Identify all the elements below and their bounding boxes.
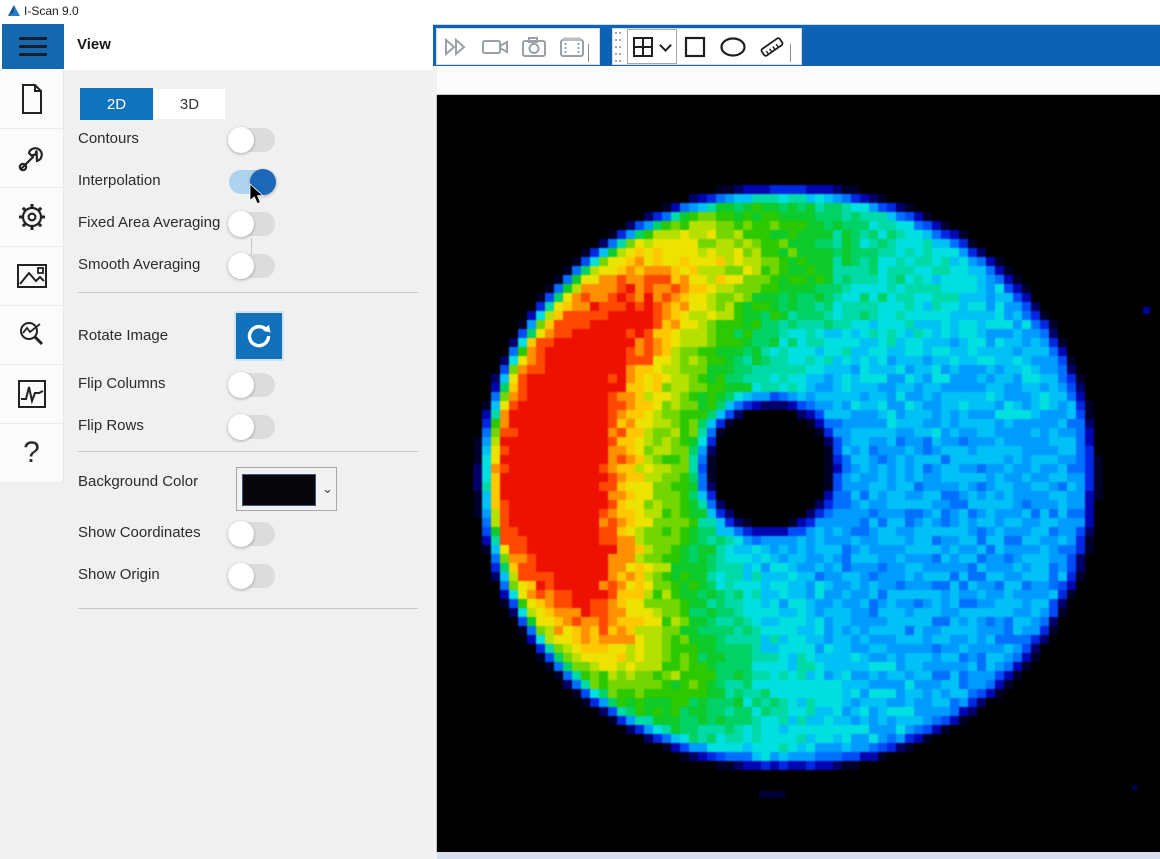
hamburger-bar — [19, 37, 47, 40]
hamburger-bar — [19, 45, 47, 48]
sidebar: ? — [0, 70, 64, 859]
movie-export-button[interactable] — [559, 36, 585, 58]
flip-columns-toggle[interactable] — [229, 373, 275, 397]
toggle-knob — [228, 211, 254, 237]
show-coordinates-label: Show Coordinates — [78, 524, 201, 541]
tab-3d[interactable]: 3D — [153, 88, 226, 120]
hamburger-menu-button[interactable] — [2, 24, 64, 69]
fixed-area-averaging-toggle[interactable] — [229, 212, 275, 236]
panel-title: View — [77, 36, 111, 53]
gear-icon — [16, 201, 48, 233]
toggle-connector-line — [251, 238, 252, 254]
sidebar-item-help[interactable]: ? — [0, 424, 64, 483]
contours-toggle[interactable] — [229, 128, 275, 152]
toggle-knob — [228, 372, 254, 398]
wrench-icon — [16, 142, 48, 174]
pressure-map-view[interactable] — [437, 95, 1160, 852]
toolbar-lower-strip — [437, 66, 1160, 95]
toolbar-overflow-button[interactable] — [790, 44, 799, 62]
image-icon — [16, 262, 48, 290]
sidebar-item-tools[interactable] — [0, 129, 64, 188]
show-origin-toggle[interactable] — [229, 564, 275, 588]
sidebar-item-graph[interactable] — [0, 365, 64, 424]
dimension-tabs: 2D 3D — [80, 88, 226, 120]
tab-2d-label: 2D — [107, 96, 126, 113]
app-logo-icon — [7, 4, 21, 18]
sidebar-item-analysis[interactable] — [0, 306, 64, 365]
waveform-icon — [17, 379, 47, 409]
divider — [78, 292, 418, 293]
fast-forward-button[interactable] — [443, 37, 469, 57]
sidebar-item-settings[interactable] — [0, 188, 64, 247]
toggle-knob — [228, 521, 254, 547]
ruler-icon — [759, 34, 785, 60]
document-icon — [18, 83, 46, 115]
show-coordinates-toggle[interactable] — [229, 522, 275, 546]
tab-3d-label: 3D — [180, 96, 199, 113]
background-color-label: Background Color — [78, 473, 198, 490]
toggle-knob — [228, 563, 254, 589]
film-strip-icon — [559, 36, 585, 58]
smooth-averaging-label: Smooth Averaging — [78, 256, 200, 273]
toggle-knob — [228, 127, 254, 153]
flip-columns-label: Flip Columns — [78, 375, 166, 392]
sidebar-item-file[interactable] — [0, 70, 64, 129]
pressure-heatmap — [437, 95, 1160, 852]
grid-layout-icon — [632, 36, 654, 58]
snapshot-button[interactable] — [521, 36, 547, 58]
app-title: I-Scan 9.0 — [24, 4, 79, 18]
toolbar-drag-handle[interactable] — [615, 30, 623, 64]
divider — [78, 608, 418, 609]
question-mark-icon: ? — [23, 438, 40, 468]
title-bar: I-Scan 9.0 — [0, 0, 1160, 24]
panel-header — [0, 24, 433, 71]
toggle-knob — [228, 253, 254, 279]
ellipse-tool-icon — [719, 36, 747, 58]
flip-rows-toggle[interactable] — [229, 415, 275, 439]
rectangle-tool-button[interactable] — [683, 35, 707, 59]
ruler-tool-button[interactable] — [759, 34, 785, 60]
view-panel: 2D 3D Contours Interpolation Fixed Area … — [64, 70, 433, 859]
fixed-area-averaging-label: Fixed Area Averaging — [78, 214, 220, 231]
magnifier-graph-icon — [16, 319, 48, 351]
fast-forward-icon — [443, 37, 469, 57]
rotate-image-button[interactable] — [236, 313, 282, 359]
smooth-averaging-toggle[interactable] — [229, 254, 275, 278]
playback-toolbar-group — [436, 28, 600, 65]
camera-icon — [521, 36, 547, 58]
flip-rows-label: Flip Rows — [78, 417, 144, 434]
divider — [78, 451, 418, 452]
show-origin-label: Show Origin — [78, 566, 160, 583]
rotate-image-label: Rotate Image — [78, 327, 168, 344]
toolbar-band — [433, 24, 1160, 67]
rectangle-tool-icon — [683, 35, 707, 59]
record-video-button[interactable] — [481, 38, 509, 56]
sidebar-item-image[interactable] — [0, 247, 64, 306]
shapes-toolbar-group — [612, 28, 802, 65]
toolbar-overflow-button[interactable] — [588, 44, 597, 62]
tab-2d[interactable]: 2D — [80, 88, 153, 120]
grid-layout-dropdown-button[interactable] — [627, 29, 677, 64]
toggle-knob — [250, 169, 276, 195]
chevron-down-icon — [659, 39, 672, 52]
hamburger-bar — [19, 53, 47, 56]
toggle-knob — [228, 414, 254, 440]
background-color-dropdown[interactable]: ⌄ — [236, 467, 337, 511]
color-swatch — [242, 474, 316, 506]
rotate-clockwise-icon — [244, 321, 274, 351]
interpolation-toggle[interactable] — [229, 170, 275, 194]
contours-label: Contours — [78, 130, 139, 147]
video-camera-icon — [481, 38, 509, 56]
interpolation-label: Interpolation — [78, 172, 161, 189]
chevron-down-icon: ⌄ — [322, 481, 333, 497]
ellipse-tool-button[interactable] — [719, 36, 747, 58]
window-bottom-edge — [437, 852, 1160, 859]
